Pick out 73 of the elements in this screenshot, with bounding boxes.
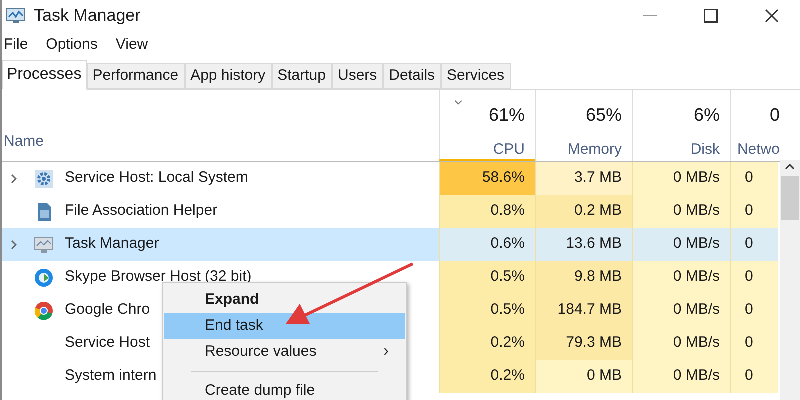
close-icon[interactable] (765, 9, 779, 23)
usage-total[interactable]: 6% (694, 102, 720, 129)
table-cell: 184.7 MB (535, 294, 632, 327)
table-cell: 0 (730, 195, 778, 228)
chevron-icon[interactable] (11, 174, 17, 184)
gear-icon (34, 168, 54, 188)
process-name: Google Chro (65, 300, 150, 320)
process-name: Skype Browser Host (32 bit) (65, 267, 252, 288)
process-name: Service Host: Local System (65, 168, 248, 188)
column-label: Disk (690, 140, 720, 160)
table-cell: 0 (730, 360, 778, 393)
table-cell: 9.8 MB (535, 261, 632, 294)
table-cell: 0.5% (439, 261, 535, 294)
table-cell: 3.7 MB (535, 162, 632, 195)
table-cell: 0.8% (439, 195, 535, 228)
tab[interactable]: Startup (272, 63, 332, 89)
round-icon (34, 268, 54, 288)
table-cell: 0 (730, 162, 778, 195)
tab[interactable]: Users (332, 63, 384, 89)
table-cell: 0 MB/s (632, 294, 730, 327)
chevron-icon[interactable] (11, 240, 17, 250)
scroll-up-icon[interactable] (785, 164, 795, 170)
menu-item[interactable]: Expand (164, 287, 405, 313)
menu-item[interactable]: Options (46, 34, 98, 56)
selected-row[interactable]: Task Manager 0.6% 13.6 MB 0 MB/s 0 (2, 228, 778, 261)
table-cell: 0 MB/s (632, 360, 730, 393)
table-cell: 13.6 MB (535, 228, 632, 261)
table-cell: 0 MB/s (632, 327, 730, 360)
table-cell: 0.6% (439, 228, 535, 261)
column-label: Netwo (737, 140, 780, 160)
column-header[interactable]: Name (2, 90, 439, 161)
round-icon (34, 300, 54, 320)
menu-item[interactable]: Resource values (205, 340, 384, 364)
column-label: CPU (493, 140, 525, 160)
monitor-icon (34, 234, 54, 254)
table-cell: 0 MB/s (632, 261, 730, 294)
tab[interactable]: Performance (86, 63, 185, 89)
submenu-arrow: › (384, 342, 389, 362)
tab[interactable]: App history (184, 63, 272, 89)
window-title: Task Manager (34, 5, 141, 28)
usage-total[interactable]: 65% (586, 102, 622, 129)
process-name: System intern (65, 366, 157, 386)
maximize-icon[interactable] (704, 9, 718, 23)
table-cell: 0 MB (535, 360, 632, 393)
table-cell: 0.2% (439, 360, 535, 393)
menu-item[interactable]: Create dump file (164, 378, 405, 400)
menu-item[interactable]: View (116, 34, 148, 56)
usage-total[interactable]: 61% (488, 102, 525, 129)
tab[interactable]: Details (383, 63, 442, 89)
app-icon (6, 8, 26, 24)
tab[interactable]: Processes (2, 60, 87, 90)
table-cell: 0 MB/s (632, 228, 730, 261)
table-cell: 0 (730, 294, 778, 327)
table-cell: 0 (730, 228, 778, 261)
process-name: Service Host (65, 333, 150, 354)
table-cell: 0 (730, 327, 778, 360)
table-cell: 58.6% (439, 162, 535, 195)
table-cell: 0.2% (439, 327, 535, 360)
table-cell: 0 MB/s (632, 195, 730, 228)
process-name: Task Manager (65, 234, 160, 254)
scrollbar-thumb[interactable] (781, 176, 799, 220)
table-cell: 0 (730, 261, 778, 294)
table-cell: 0.2 MB (535, 195, 632, 228)
table-cell: 0 MB/s (632, 162, 730, 195)
table-cell: 0.5% (439, 294, 535, 327)
menu-item[interactable]: End task (164, 313, 405, 339)
minimize-icon[interactable] (643, 15, 657, 17)
column-label: Memory (568, 140, 622, 160)
usage-total[interactable]: 0 (770, 102, 780, 129)
menu-item[interactable]: File (4, 34, 28, 56)
process-name: File Association Helper (65, 201, 218, 222)
tab[interactable]: Services (441, 63, 511, 89)
table-cell: 79.3 MB (535, 327, 632, 360)
